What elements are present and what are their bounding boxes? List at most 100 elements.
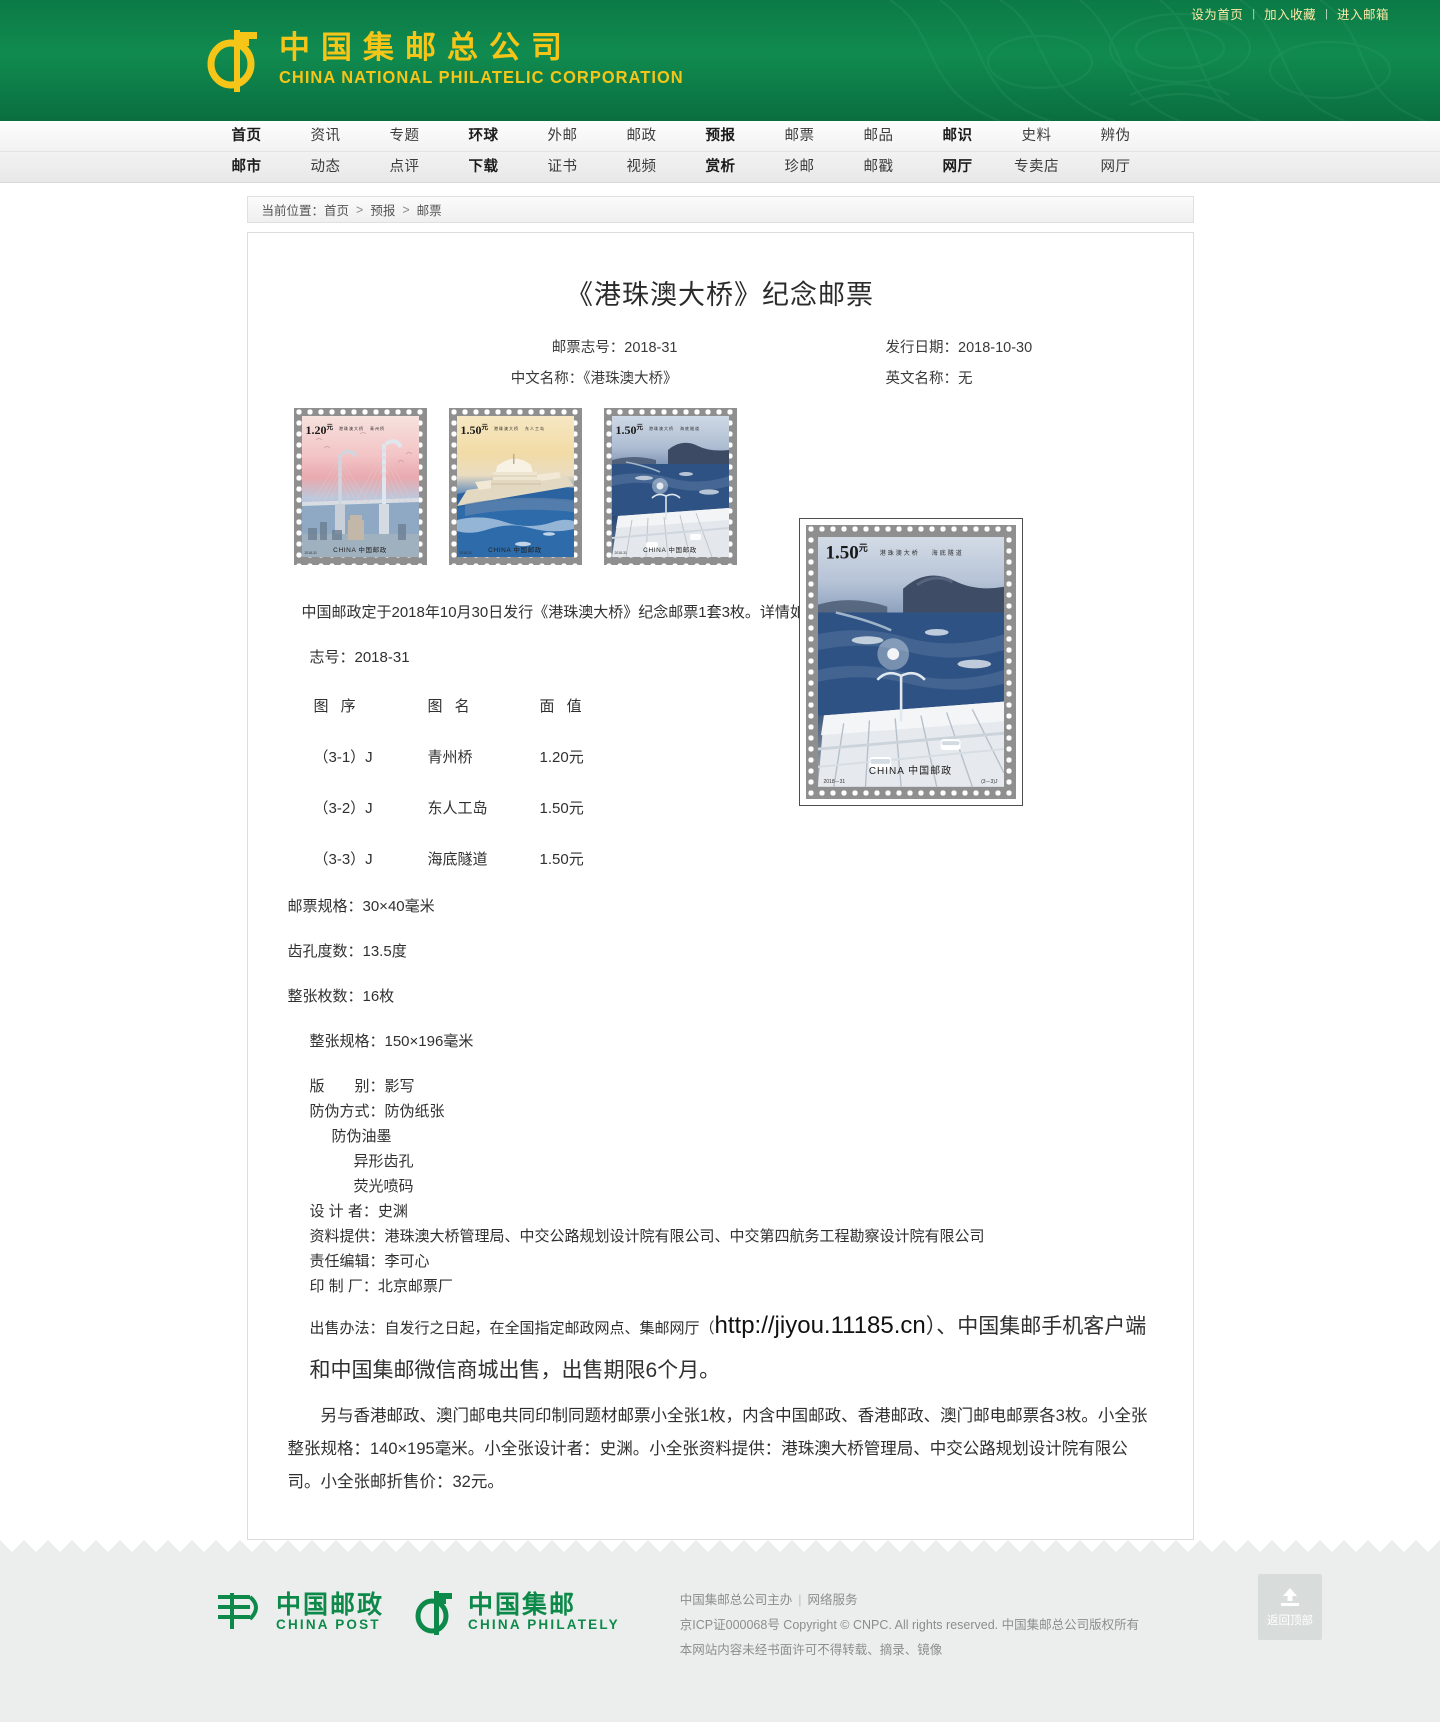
spec-stamp-size: 邮票规格：30×40毫米 <box>288 899 1153 914</box>
issue-date: 发行日期：2018-10-30 <box>678 336 1193 357</box>
logo-text: 中国集邮总公司 CHINA NATIONAL PHILATELIC CORPOR… <box>279 31 710 86</box>
nav-item-youpin[interactable]: 邮品 <box>839 121 918 152</box>
nav-item-zhenyou[interactable]: 珍邮 <box>760 152 839 183</box>
cell-value: 1.50元 <box>540 797 640 818</box>
nav-item-shouye[interactable]: 首页 <box>207 121 286 152</box>
nav-item-huanqiu[interactable]: 环球 <box>444 121 523 152</box>
stamp-caption-a: 港珠澳大桥 <box>339 426 364 432</box>
souvenir-sheet-art: 1.50元 港珠澳大桥 海底隧道 CHINA 中国邮政 2018－31 (3－3… <box>818 537 1004 787</box>
stamp-table: 图 序 图 名 面 值 （3-1）J 青州桥 1.20元 （3-2）J 东人工岛… <box>288 695 1153 869</box>
souvenir-denomination-row: 1.50元 港珠澳大桥 海底隧道 <box>826 541 996 564</box>
nav-item-zhengshu[interactable]: 证书 <box>523 152 602 183</box>
nav-item-youjian[interactable]: 邮戳 <box>839 152 918 183</box>
column-header-value: 面 值 <box>540 695 640 716</box>
stamp-image-1[interactable]: 1.20元 港珠澳大桥 青州桥 CHINA 中国邮政 2018-31 <box>294 408 427 565</box>
utility-links: 设为首页 | 加入收藏 | 进入邮箱 <box>1182 4 1398 23</box>
cell-value: 1.50元 <box>540 848 640 869</box>
nav-item-dianping[interactable]: 点评 <box>365 152 444 183</box>
breadcrumb-item-home[interactable]: 首页 <box>324 200 349 219</box>
breadcrumb: 当前位置： 首页 > 预报 > 邮票 <box>247 196 1194 223</box>
intro-paragraph: 中国邮政定于2018年10月30日发行《港珠澳大桥》纪念邮票1套3枚。详情如下： <box>288 605 1153 620</box>
nav-item-youshi-market[interactable]: 邮市 <box>207 152 286 183</box>
souvenir-sheet-image[interactable]: 1.50元 港珠澳大桥 海底隧道 CHINA 中国邮政 2018－31 (3－3… <box>799 518 1023 806</box>
spec-printing-method: 版 别：影写 <box>288 1079 1153 1094</box>
nav-item-youzheng[interactable]: 邮政 <box>602 121 681 152</box>
stamp-caption-b: 海底隧道 <box>680 426 700 432</box>
serial-paragraph: 志号：2018-31 <box>288 650 1153 665</box>
spec-anticounterfeit-3: 异形齿孔 <box>288 1154 1153 1169</box>
sale-prefix-text: 出售办法：自发行之日起，在全国指定邮政网点、集邮网厅（ <box>310 1320 715 1337</box>
spec-editor: 责任编辑：李可心 <box>288 1254 1153 1269</box>
stamp-image-3[interactable]: 1.50元 港珠澳大桥 海底隧道 CHINA 中国邮政 2018-31 <box>604 408 737 565</box>
meta-row-2: 中文名称：《港珠澳大桥》 英文名称：无 <box>248 367 1193 388</box>
column-header-name: 图 名 <box>428 695 540 716</box>
nav-item-youpiao[interactable]: 邮票 <box>760 121 839 152</box>
cell-order: （3-1）J <box>288 746 428 767</box>
spec-sheet-count: 整张枚数：16枚 <box>288 989 1153 1004</box>
footer-logo-en: CHINA POST <box>276 1618 384 1632</box>
stamp-serial: 邮票志号：2018-31 <box>248 336 678 357</box>
souvenir-code-right: (3－3)J <box>981 778 997 785</box>
add-favorite-link[interactable]: 加入收藏 <box>1255 4 1325 23</box>
stamp-face-value: 1.50元 <box>616 421 644 438</box>
stamp-caption-a: 港珠澳大桥 <box>494 426 519 432</box>
set-homepage-link[interactable]: 设为首页 <box>1182 4 1252 23</box>
souvenir-code-left: 2018－31 <box>824 778 846 785</box>
cell-order: （3-2）J <box>288 797 428 818</box>
jiyou-url-link[interactable]: http://jiyou.11185.cn <box>715 1312 926 1339</box>
nav-item-yubao[interactable]: 预报 <box>681 121 760 152</box>
stamp-caption-a: 港珠澳大桥 <box>649 426 674 432</box>
spec-perforation: 齿孔度数：13.5度 <box>288 944 1153 959</box>
footer-zigzag-divider <box>0 1540 1440 1552</box>
footer-logo-en: CHINA PHILATELY <box>468 1618 620 1632</box>
nav-item-waiyou[interactable]: 外邮 <box>523 121 602 152</box>
nav-item-zhuanmaidian[interactable]: 专卖店 <box>997 152 1076 183</box>
nav-item-zhuanti[interactable]: 专题 <box>365 121 444 152</box>
nav-item-youshi[interactable]: 邮识 <box>918 121 997 152</box>
breadcrumb-item-stamps[interactable]: 邮票 <box>417 200 442 219</box>
footer-network-service-link[interactable]: 网络服务 <box>808 1593 858 1607</box>
site-header: 设为首页 | 加入收藏 | 进入邮箱 中国集邮总公司 CHINA NATIONA… <box>0 0 1440 121</box>
nav-row-primary: 首页 资讯 专题 环球 外邮 邮政 预报 邮票 邮品 邮识 史料 辨伪 <box>0 121 1440 152</box>
nav-item-wangting[interactable]: 网厅 <box>918 152 997 183</box>
nav-item-shiliao[interactable]: 史料 <box>997 121 1076 152</box>
cell-name: 海底隧道 <box>428 848 540 869</box>
nav-item-shipin[interactable]: 视频 <box>602 152 681 183</box>
nav-item-wangting-2[interactable]: 网厅 <box>1076 152 1155 183</box>
spec-anticounterfeit-2: 防伪油墨 <box>288 1129 1153 1144</box>
footer-info: 中国集邮总公司主办|网络服务 京ICP证000068号 Copyright © … <box>620 1580 1139 1663</box>
logo-chinese-name: 中国集邮总公司 <box>279 31 710 67</box>
nav-item-zixun[interactable]: 资讯 <box>286 121 365 152</box>
footer-line-3: 本网站内容未经书面许可不得转载、摘录、镜像 <box>680 1638 1139 1663</box>
souvenir-sheet-stamp: 1.50元 港珠澳大桥 海底隧道 CHINA 中国邮政 2018－31 (3－3… <box>806 525 1016 799</box>
nav-item-xiazai[interactable]: 下载 <box>444 152 523 183</box>
article-card: 《港珠澳大桥》纪念邮票 邮票志号：2018-31 发行日期：2018-10-30… <box>247 232 1194 1540</box>
enter-mailbox-link[interactable]: 进入邮箱 <box>1328 4 1398 23</box>
stamp-art-1: 1.20元 港珠澳大桥 青州桥 CHINA 中国邮政 2018-31 <box>302 416 419 557</box>
meta-row-1: 邮票志号：2018-31 发行日期：2018-10-30 <box>248 336 1193 357</box>
china-philately-text: 中国集邮 CHINA PHILATELY <box>468 1592 620 1632</box>
footer-sponsor: 中国集邮总公司主办 <box>680 1593 793 1607</box>
stamp-code: 2018-31 <box>305 551 317 555</box>
breadcrumb-arrow: > <box>402 203 409 217</box>
stamp-imprint: CHINA 中国邮政 <box>612 544 729 554</box>
souvenir-caption-a: 港珠澳大桥 <box>880 548 920 557</box>
stamp-code: 2018-31 <box>615 551 627 555</box>
stamp-denomination-row-3: 1.50元 港珠澳大桥 海底隧道 <box>612 416 729 442</box>
nav-item-shangxi[interactable]: 赏析 <box>681 152 760 183</box>
site-logo[interactable]: 中国集邮总公司 CHINA NATIONAL PHILATELIC CORPOR… <box>207 26 710 92</box>
spec-sheet-size: 整张规格：150×196毫米 <box>288 1034 1153 1049</box>
china-post-text: 中国邮政 CHINA POST <box>276 1592 384 1632</box>
stamp-image-2[interactable]: 1.50元 港珠澳大桥 东人工岛 CHINA 中国邮政 2018-31 <box>449 408 582 565</box>
spec-anticounterfeit-4: 荧光喷码 <box>288 1179 1153 1194</box>
cnpc-logo-icon <box>207 26 265 92</box>
breadcrumb-item-forecast[interactable]: 预报 <box>370 200 395 219</box>
back-to-top-button[interactable]: 返回顶部 <box>1258 1574 1322 1640</box>
spec-material-provider: 资料提供：港珠澳大桥管理局、中交公路规划设计院有限公司、中交第四航务工程勘察设计… <box>288 1229 1153 1244</box>
nav-item-bianwei[interactable]: 辨伪 <box>1076 121 1155 152</box>
spec-printer: 印 制 厂：北京邮票厂 <box>288 1279 1153 1294</box>
stamp-caption-b: 青州桥 <box>370 426 385 432</box>
stamp-art-3: 1.50元 港珠澳大桥 海底隧道 CHINA 中国邮政 2018-31 <box>612 416 729 557</box>
closing-paragraph: 另与香港邮政、澳门邮电共同印制同题材邮票小全张1枚，内含中国邮政、香港邮政、澳门… <box>288 1400 1153 1499</box>
nav-item-dongtai[interactable]: 动态 <box>286 152 365 183</box>
